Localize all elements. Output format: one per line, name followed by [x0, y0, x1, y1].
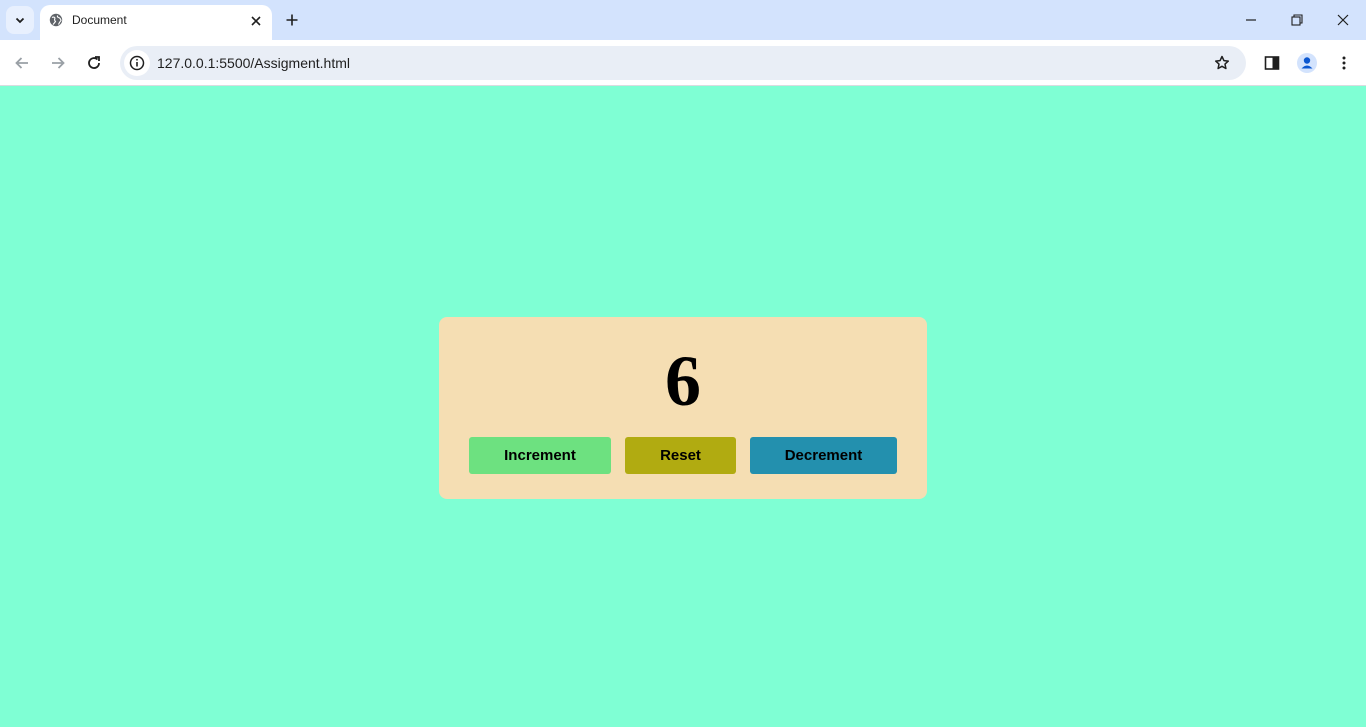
side-panel-icon [1264, 56, 1280, 70]
counter-value: 6 [665, 341, 701, 421]
new-tab-button[interactable] [282, 10, 302, 30]
globe-icon [49, 13, 63, 27]
plus-icon [286, 14, 298, 26]
bookmark-button[interactable] [1212, 53, 1232, 73]
tab-search-button[interactable] [6, 6, 34, 34]
back-button[interactable] [12, 53, 32, 73]
restore-button[interactable] [1287, 10, 1307, 30]
url-text[interactable]: 127.0.0.1:5500/Assigment.html [157, 55, 350, 71]
chevron-down-icon [15, 17, 25, 24]
tab-title: Document [72, 13, 127, 27]
star-icon [1214, 55, 1230, 70]
increment-button[interactable]: Increment [469, 437, 611, 474]
profile-button[interactable] [1297, 53, 1317, 73]
profile-icon [1297, 53, 1317, 73]
arrow-left-icon [15, 57, 28, 69]
kebab-menu-icon [1342, 56, 1346, 70]
browser-menu-button[interactable] [1334, 53, 1354, 73]
address-bar[interactable]: 127.0.0.1:5500/Assigment.html [120, 46, 1246, 80]
close-icon [1337, 14, 1349, 26]
tab-close-button[interactable] [248, 13, 264, 29]
tab-strip: Document [0, 0, 1366, 40]
forward-button[interactable] [48, 53, 68, 73]
minimize-button[interactable] [1241, 10, 1261, 30]
side-panel-button[interactable] [1262, 53, 1282, 73]
arrow-right-icon [52, 57, 65, 69]
decrement-button[interactable]: Decrement [750, 437, 897, 474]
close-window-button[interactable] [1333, 10, 1353, 30]
reset-button[interactable]: Reset [625, 437, 736, 474]
minimize-icon [1246, 19, 1256, 21]
browser-toolbar: 127.0.0.1:5500/Assigment.html [0, 40, 1366, 86]
active-tab[interactable]: Document [40, 5, 272, 40]
reload-icon [88, 56, 100, 69]
close-icon [251, 16, 261, 26]
reload-button[interactable] [84, 53, 104, 73]
site-info-button[interactable] [124, 50, 150, 76]
info-icon [129, 55, 145, 71]
restore-icon [1291, 14, 1303, 26]
